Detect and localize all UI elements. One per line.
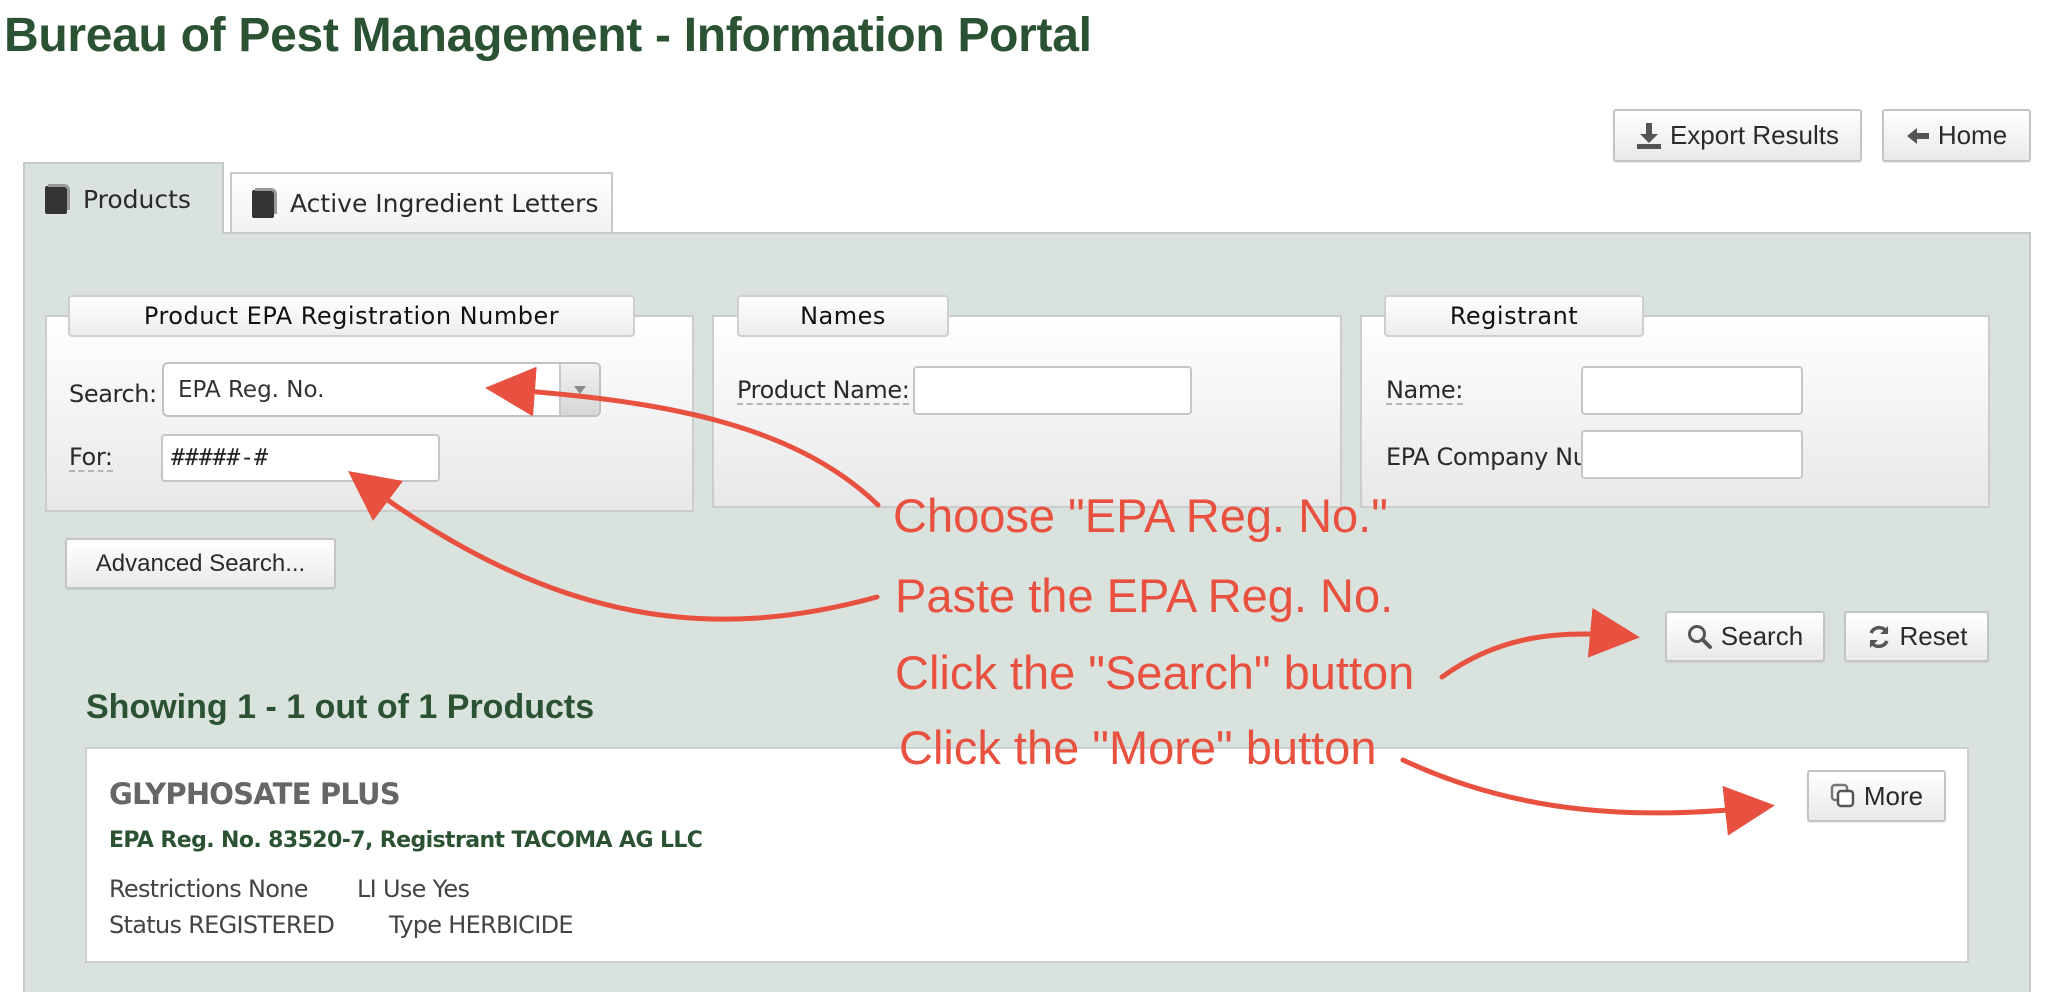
export-results-label: Export Results xyxy=(1669,120,1840,150)
tab-active-ingredient-letters[interactable]: Active Ingredient Letters xyxy=(230,172,613,232)
annotation-step-3: Click the "Search" button xyxy=(895,646,1415,699)
names-legend: Names xyxy=(737,295,949,337)
download-icon xyxy=(1636,122,1662,150)
arrow-left-icon xyxy=(1906,126,1930,146)
search-button[interactable]: Search xyxy=(1665,611,1825,662)
annotation-step-4: Click the "More" button xyxy=(899,721,1377,774)
search-type-value: EPA Reg. No. xyxy=(178,376,325,403)
export-results-button[interactable]: Export Results xyxy=(1613,109,1862,162)
reset-button[interactable]: Reset xyxy=(1844,611,1989,662)
product-name-input[interactable] xyxy=(913,366,1192,415)
product-name-label: Product Name: xyxy=(737,376,910,405)
more-button[interactable]: More xyxy=(1807,770,1946,822)
for-label: For: xyxy=(69,443,113,472)
company-number-input[interactable] xyxy=(1581,430,1803,479)
reset-label: Reset xyxy=(1899,621,1968,651)
registrant-name-label: Name: xyxy=(1386,376,1463,405)
tab-products-label: Products xyxy=(83,184,191,214)
registrant-legend: Registrant xyxy=(1384,295,1644,337)
book-icon xyxy=(45,184,71,214)
tab-active-ingredient-letters-label: Active Ingredient Letters xyxy=(290,188,599,218)
product-status: Status REGISTERED xyxy=(109,911,335,939)
book-icon xyxy=(252,188,278,218)
registration-number-input[interactable] xyxy=(161,434,440,482)
result-card: GLYPHOSATE PLUS EPA Reg. No. 83520-7, Re… xyxy=(85,747,1969,963)
product-name: GLYPHOSATE PLUS xyxy=(109,777,401,811)
results-heading: Showing 1 - 1 out of 1 Products xyxy=(86,688,595,726)
annotation-step-1: Choose "EPA Reg. No." xyxy=(893,489,1388,542)
refresh-icon xyxy=(1866,624,1892,650)
registration-legend: Product EPA Registration Number xyxy=(68,295,635,337)
search-label: Search: xyxy=(69,380,157,408)
product-restrictions: Restrictions None xyxy=(109,875,309,903)
search-type-select[interactable]: EPA Reg. No. xyxy=(162,362,601,417)
more-label: More xyxy=(1863,780,1924,811)
magnifier-icon xyxy=(1687,624,1713,650)
annotation-step-2: Paste the EPA Reg. No. xyxy=(895,569,1394,622)
product-type: Type HERBICIDE xyxy=(389,911,574,939)
copy-icon xyxy=(1830,783,1856,809)
search-label-text: Search xyxy=(1720,621,1804,651)
home-button[interactable]: Home xyxy=(1882,109,2031,162)
product-registration: EPA Reg. No. 83520-7, Registrant TACOMA … xyxy=(109,828,703,853)
page-title: Bureau of Pest Management - Information … xyxy=(4,9,1092,62)
home-label: Home xyxy=(1937,120,2008,150)
tab-products[interactable]: Products xyxy=(23,162,224,234)
advanced-search-button[interactable]: Advanced Search... xyxy=(65,538,336,589)
product-li-use: LI Use Yes xyxy=(357,875,470,903)
chevron-down-icon[interactable] xyxy=(559,364,599,415)
registrant-name-input[interactable] xyxy=(1581,366,1803,415)
advanced-search-label: Advanced Search... xyxy=(95,549,306,577)
